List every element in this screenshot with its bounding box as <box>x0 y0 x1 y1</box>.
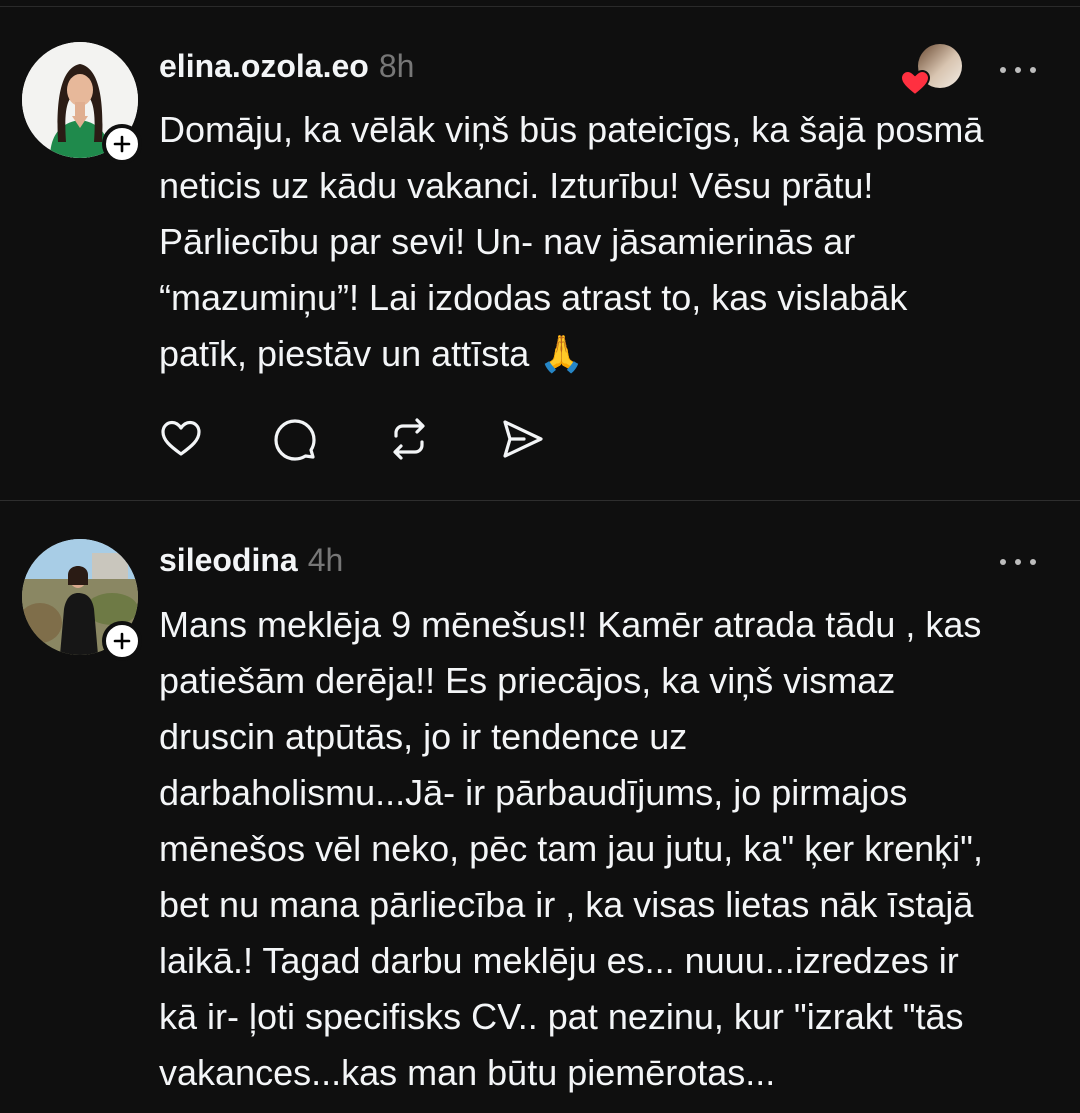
post-time: 4h <box>307 542 344 578</box>
more-icon <box>1000 67 1006 73</box>
post-header: sileodina 4h <box>159 542 343 579</box>
post-time: 8h <box>378 48 415 84</box>
post-text-line: laikā.! Tagad darbu meklēju es... nuuu..… <box>159 940 959 981</box>
post-text-line: Domāju, ka vēlāk viņš būs pateicīgs, ka … <box>159 109 984 150</box>
plus-icon <box>113 632 131 650</box>
more-options-button[interactable] <box>1000 556 1036 568</box>
comment-icon[interactable] <box>272 416 318 462</box>
follow-button[interactable] <box>102 621 142 661</box>
post: sileodina 4h Mans meklēja 9 mēnešus!! Kam… <box>0 501 1080 1113</box>
post-text-line: druscin atpūtās, jo ir tendence uz <box>159 716 688 757</box>
post-text: Domāju, ka vēlāk viņš būs pateicīgs, ka … <box>159 102 1059 382</box>
post-text-line: “mazumiņu”! Lai izdodas atrast to, kas v… <box>159 277 908 318</box>
heart-icon[interactable] <box>158 416 204 462</box>
repost-icon[interactable] <box>386 416 432 462</box>
username[interactable]: sileodina <box>159 542 298 578</box>
send-icon[interactable] <box>500 416 546 462</box>
post-text-line: Mans meklēja 9 mēnešus!! Kamēr atrada tā… <box>159 604 982 645</box>
avatar-container[interactable] <box>22 539 142 661</box>
follow-button[interactable] <box>102 124 142 164</box>
avatar-container[interactable] <box>22 42 142 164</box>
more-icon <box>1000 559 1006 565</box>
post-text-line: patīk, piestāv un attīsta 🙏 <box>159 333 585 374</box>
username[interactable]: elina.ozola.eo <box>159 48 369 84</box>
post-text-line: kā ir- ļoti specifisks CV.. pat nezinu, … <box>159 996 964 1037</box>
post-text-line: neticis uz kādu vakanci. Izturību! Vēsu … <box>159 165 874 206</box>
post-text-line: Pārliecību par sevi! Un- nav jāsamierinā… <box>159 221 856 262</box>
post-text: Mans meklēja 9 mēnešus!! Kamēr atrada tā… <box>159 597 1059 1101</box>
more-options-button[interactable] <box>1000 64 1036 76</box>
post-actions <box>158 416 546 462</box>
post: elina.ozola.eo 8h Domāju, ka vēlāk viņš b… <box>0 6 1080 501</box>
post-text-line: patiešām derēja!! Es priecājos, ka viņš … <box>159 660 896 701</box>
post-text-line: vakances...kas man būtu piemērotas... <box>159 1052 776 1093</box>
post-text-line: bet nu mana pārliecība ir , ka visas lie… <box>159 884 974 925</box>
post-header: elina.ozola.eo 8h <box>159 48 414 85</box>
post-text-line: mēnešos vēl neko, pēc tam jau jutu, ka" … <box>159 828 983 869</box>
liked-heart-icon <box>900 70 930 96</box>
plus-icon <box>113 135 131 153</box>
post-text-line: darbaholismu...Jā- ir pārbaudījums, jo p… <box>159 772 908 813</box>
